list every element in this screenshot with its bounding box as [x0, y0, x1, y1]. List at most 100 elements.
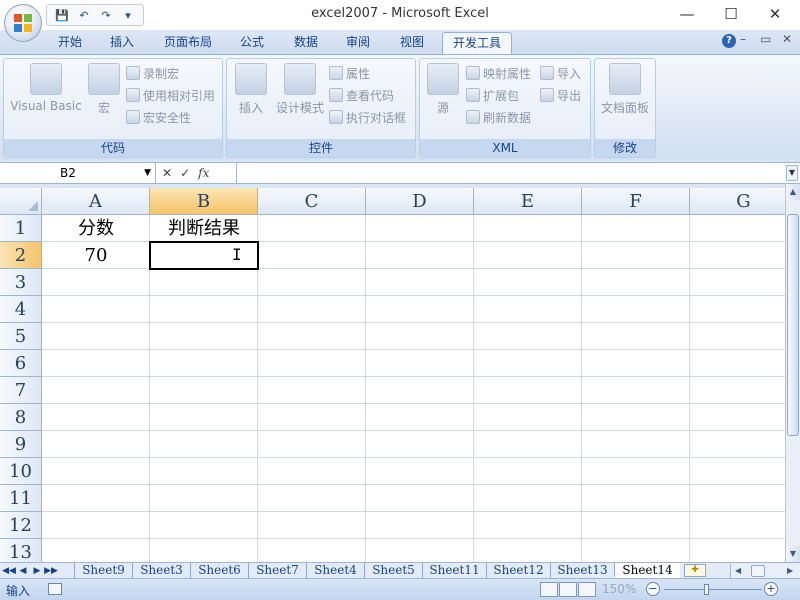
sheet-tab[interactable]: Sheet4: [306, 563, 364, 578]
view-code-icon: [329, 88, 343, 102]
ribbon-restore-button[interactable]: ▭: [760, 32, 771, 46]
cell-a1[interactable]: 分数: [42, 215, 150, 242]
office-button[interactable]: [4, 4, 42, 42]
zoom-level[interactable]: 150%: [602, 582, 636, 596]
column-header[interactable]: E: [474, 188, 582, 215]
tab-data[interactable]: 数据: [288, 32, 324, 54]
tab-formulas[interactable]: 公式: [234, 32, 270, 54]
close-button[interactable]: ✕: [760, 3, 790, 25]
cell-b1[interactable]: 判断结果: [150, 215, 258, 242]
xml-source-button[interactable]: 源: [424, 63, 462, 116]
scroll-thumb[interactable]: [751, 565, 765, 577]
cell-a2[interactable]: 70: [42, 242, 150, 269]
xml-source-icon: [427, 63, 459, 95]
insert-sheet-icon[interactable]: ✚: [684, 564, 706, 577]
formula-input[interactable]: [236, 163, 776, 183]
column-header[interactable]: C: [258, 188, 366, 215]
row-header[interactable]: 8: [0, 404, 42, 431]
page-break-view-icon[interactable]: [578, 582, 596, 597]
zoom-in-icon[interactable]: +: [764, 582, 778, 596]
import-button[interactable]: 导入: [540, 63, 581, 83]
row-header[interactable]: 12: [0, 512, 42, 539]
sheet-tab[interactable]: Sheet6: [190, 563, 248, 578]
sheet-tab[interactable]: Sheet12: [486, 563, 550, 578]
properties-button[interactable]: 属性: [329, 63, 370, 83]
refresh-data-button[interactable]: 刷新数据: [466, 107, 531, 127]
row-header[interactable]: 13: [0, 539, 42, 562]
row-header[interactable]: 3: [0, 269, 42, 296]
row-header[interactable]: 2: [0, 242, 42, 269]
select-all-button[interactable]: [0, 188, 42, 215]
row-header[interactable]: 6: [0, 350, 42, 377]
tab-page-layout[interactable]: 页面布局: [158, 32, 218, 54]
map-properties-button[interactable]: 映射属性: [466, 63, 531, 83]
row-header[interactable]: 4: [0, 296, 42, 323]
page-layout-view-icon[interactable]: [559, 582, 577, 597]
sheet-tab[interactable]: Sheet3: [132, 563, 190, 578]
relative-reference-button[interactable]: 使用相对引用: [126, 85, 215, 105]
next-sheet-icon[interactable]: ▶: [30, 566, 44, 576]
name-box[interactable]: B2 ▼: [0, 163, 156, 183]
design-mode-button[interactable]: 设计模式: [273, 63, 327, 116]
expand-formula-bar-icon[interactable]: ▼: [786, 165, 798, 181]
cancel-icon[interactable]: ✕: [162, 166, 172, 180]
sheet-tab[interactable]: Sheet5: [364, 563, 422, 578]
row-header[interactable]: 1: [0, 215, 42, 242]
ribbon-close-button[interactable]: ✕: [782, 32, 792, 46]
view-code-button[interactable]: 查看代码: [329, 85, 394, 105]
expansion-pack-button[interactable]: 扩展包: [466, 85, 519, 105]
enter-icon[interactable]: ✓: [180, 166, 190, 180]
normal-view-icon[interactable]: [540, 582, 558, 597]
scroll-left-icon[interactable]: ◀: [735, 564, 741, 578]
help-icon[interactable]: ?: [722, 34, 736, 48]
export-button[interactable]: 导出: [540, 85, 581, 105]
scroll-down-icon[interactable]: ▼: [786, 546, 800, 562]
column-header[interactable]: G: [690, 188, 785, 215]
column-header[interactable]: B: [150, 188, 258, 215]
vertical-scrollbar[interactable]: ▲ ▼: [785, 184, 800, 562]
run-dialog-button[interactable]: 执行对话框: [329, 107, 406, 127]
scroll-up-icon[interactable]: ▲: [786, 184, 800, 200]
visual-basic-button[interactable]: Visual Basic: [8, 63, 84, 113]
sheet-tab[interactable]: Sheet9: [74, 563, 132, 578]
sheet-tab-active[interactable]: Sheet14: [614, 563, 680, 578]
zoom-out-icon[interactable]: −: [646, 582, 660, 596]
macro-security-button[interactable]: 宏安全性: [126, 107, 191, 127]
horizontal-scrollbar[interactable]: ◀ ▶: [730, 564, 800, 578]
tab-developer[interactable]: 开发工具: [442, 32, 512, 54]
row-header[interactable]: 10: [0, 458, 42, 485]
column-header[interactable]: F: [582, 188, 690, 215]
tab-view[interactable]: 视图: [394, 32, 430, 54]
macro-record-icon[interactable]: [48, 583, 62, 595]
row-header[interactable]: 7: [0, 377, 42, 404]
worksheet-grid[interactable]: A B C D E F G 1 2 3 4 5 6 7 8 9 10 11 12…: [0, 188, 785, 562]
column-header[interactable]: A: [42, 188, 150, 215]
zoom-slider-handle[interactable]: [704, 584, 709, 595]
ribbon-minimize-button[interactable]: –: [740, 32, 746, 46]
tab-review[interactable]: 审阅: [340, 32, 376, 54]
tab-insert[interactable]: 插入: [104, 32, 140, 54]
chevron-down-icon[interactable]: ▼: [144, 163, 151, 183]
row-header[interactable]: 11: [0, 485, 42, 512]
tab-home[interactable]: 开始: [52, 32, 88, 54]
minimize-button[interactable]: —: [672, 3, 702, 25]
zoom-slider[interactable]: [664, 589, 762, 590]
row-header[interactable]: 9: [0, 431, 42, 458]
sheet-tab[interactable]: Sheet13: [550, 563, 614, 578]
insert-control-button[interactable]: 插入: [231, 63, 271, 116]
prev-sheet-icon[interactable]: ◀: [16, 566, 30, 576]
scroll-thumb[interactable]: [787, 214, 799, 436]
maximize-button[interactable]: ☐: [716, 3, 746, 25]
active-cell-b2[interactable]: [149, 241, 259, 270]
first-sheet-icon[interactable]: ◀◀: [2, 566, 16, 576]
macros-button[interactable]: 宏: [86, 63, 122, 116]
row-header[interactable]: 5: [0, 323, 42, 350]
column-header[interactable]: D: [366, 188, 474, 215]
record-macro-button[interactable]: 录制宏: [126, 63, 179, 83]
document-panel-button[interactable]: 文档面板: [599, 63, 651, 116]
insert-function-icon[interactable]: fx: [198, 166, 209, 180]
sheet-tab[interactable]: Sheet7: [248, 563, 306, 578]
last-sheet-icon[interactable]: ▶▶: [44, 566, 58, 576]
scroll-right-icon[interactable]: ▶: [787, 564, 793, 578]
sheet-tab[interactable]: Sheet11: [422, 563, 486, 578]
